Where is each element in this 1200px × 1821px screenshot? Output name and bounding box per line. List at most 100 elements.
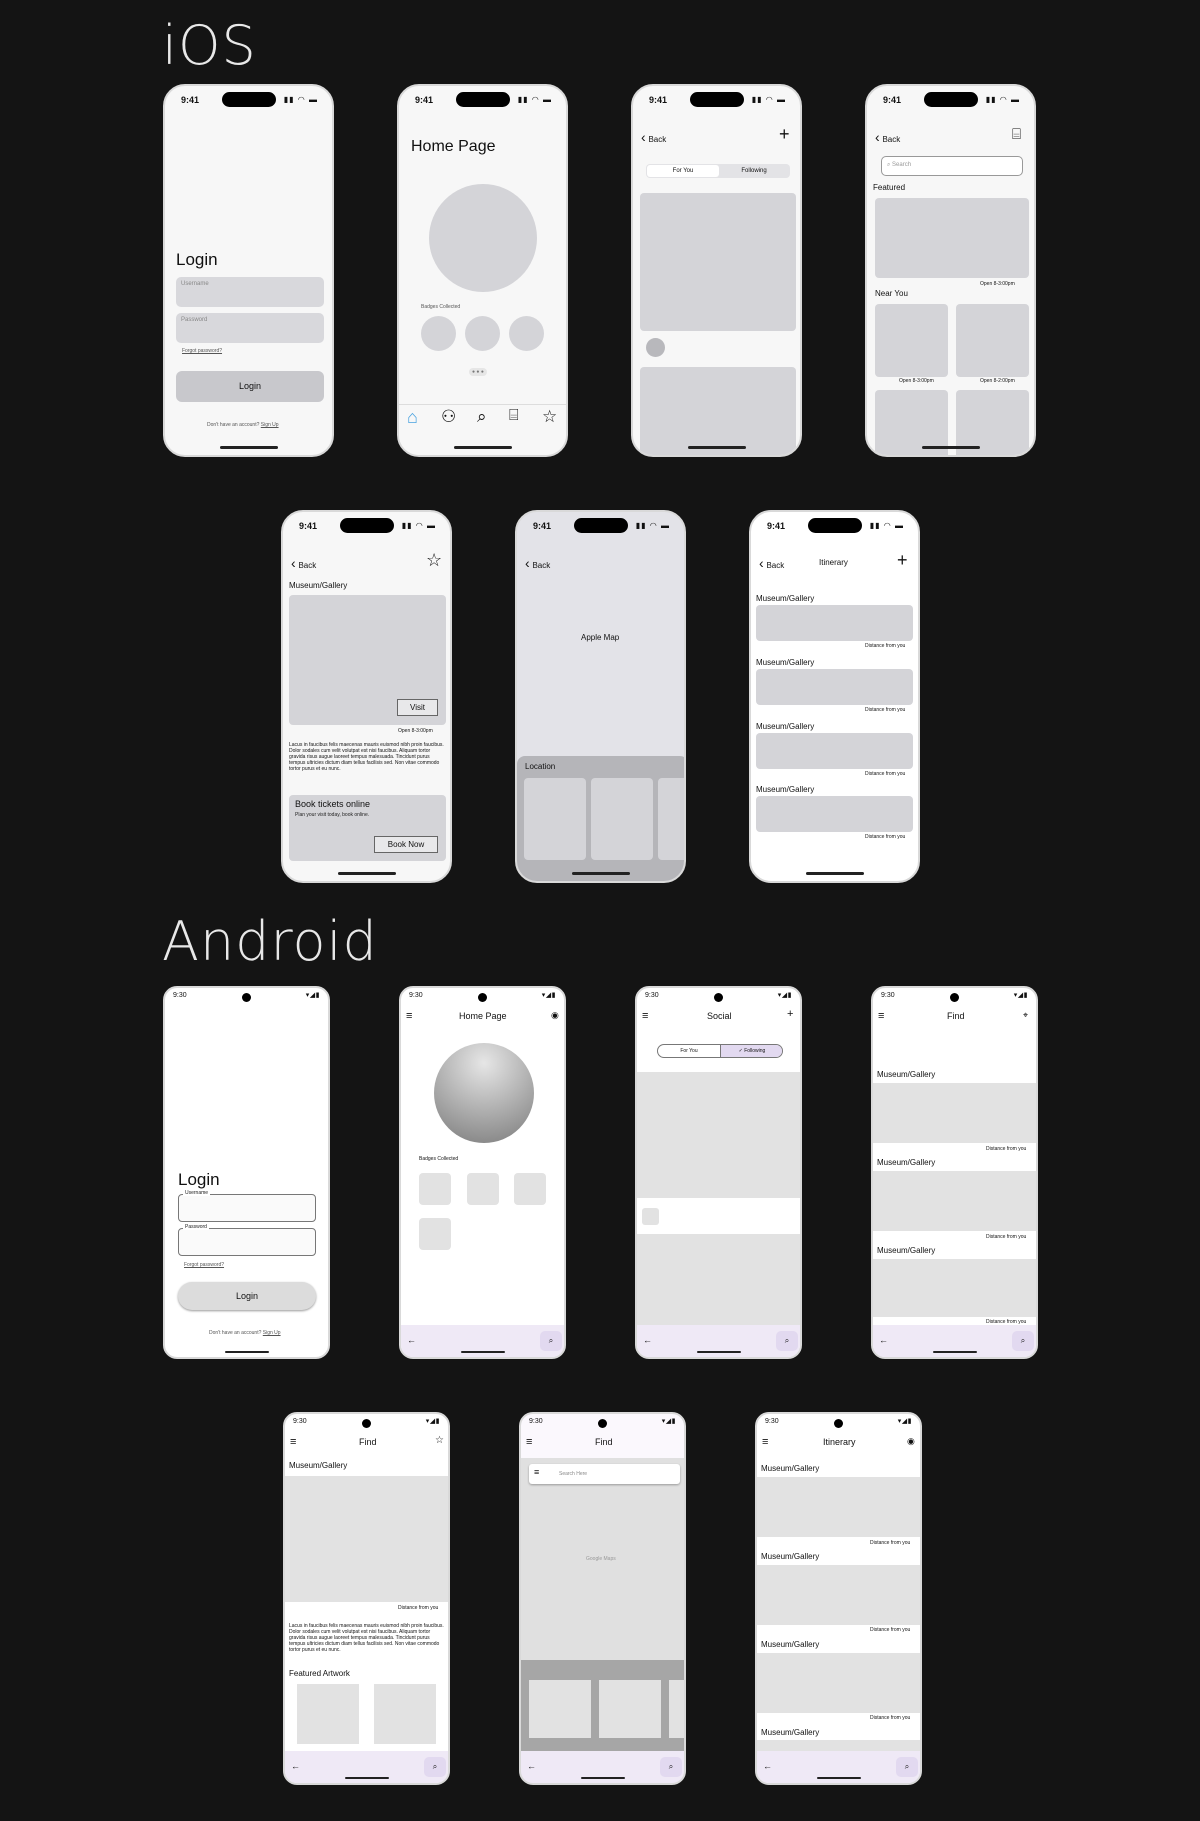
back-button[interactable]: ‹ Back — [291, 555, 316, 571]
artwork-card[interactable] — [297, 1684, 359, 1744]
back-arrow-icon[interactable]: ← — [291, 1761, 300, 1771]
badge[interactable] — [509, 316, 544, 351]
menu-icon[interactable]: ≡ — [762, 1436, 768, 1448]
search-fab[interactable]: ⌕ — [540, 1331, 562, 1351]
location-card[interactable] — [529, 1680, 591, 1738]
signup-link[interactable]: Sign Up — [261, 422, 279, 428]
page-dots[interactable]: ● ● ● — [469, 368, 487, 376]
search-icon[interactable]: ⌕ — [477, 407, 487, 427]
visit-button[interactable]: Visit — [397, 699, 438, 716]
post-image[interactable] — [637, 1234, 800, 1326]
tab-following[interactable]: ✓ Following — [720, 1045, 782, 1057]
login-button[interactable]: Login — [176, 371, 324, 402]
search-fab[interactable]: ⌕ — [896, 1757, 918, 1777]
artwork-card[interactable] — [374, 1684, 436, 1744]
home-indicator — [921, 446, 980, 449]
profile-avatar[interactable] — [434, 1043, 534, 1143]
tab-for-you[interactable]: For You — [647, 165, 719, 177]
back-arrow-icon[interactable]: ← — [407, 1335, 416, 1345]
menu-icon[interactable]: ≡ — [642, 1010, 648, 1022]
forgot-password-link[interactable]: Forgot password? — [182, 348, 222, 354]
location-card[interactable] — [591, 778, 653, 860]
password-field[interactable]: Password — [176, 313, 324, 343]
badge[interactable] — [419, 1218, 451, 1250]
status-icons: ▮▮ ◠ ▬ — [869, 521, 904, 530]
badge[interactable] — [421, 316, 456, 351]
favorite-star-icon[interactable]: ☆ — [435, 1435, 444, 1446]
location-card[interactable] — [658, 778, 684, 860]
search-input[interactable]: ⌕ Search — [881, 156, 1023, 176]
map-icon[interactable]: ⌸ — [1012, 126, 1021, 143]
password-field[interactable]: Password — [178, 1224, 316, 1256]
star-icon[interactable]: ☆ — [542, 407, 557, 427]
menu-icon[interactable]: ≡ — [878, 1010, 884, 1022]
people-icon[interactable]: ⚇ — [441, 407, 456, 427]
back-arrow-icon[interactable]: ← — [879, 1335, 888, 1345]
find-card[interactable] — [873, 1083, 1036, 1143]
find-card[interactable] — [873, 1171, 1036, 1231]
post-image[interactable] — [640, 193, 796, 331]
forgot-password-link[interactable]: Forgot password? — [184, 1262, 224, 1268]
itinerary-card[interactable] — [757, 1653, 920, 1713]
search-fab[interactable]: ⌕ — [660, 1757, 682, 1777]
profile-avatar[interactable] — [429, 184, 537, 292]
back-button[interactable]: ‹ Back — [875, 129, 900, 145]
search-fab[interactable]: ⌕ — [776, 1331, 798, 1351]
back-arrow-icon[interactable]: ← — [527, 1761, 536, 1771]
add-button[interactable]: + — [779, 124, 790, 145]
back-arrow-icon[interactable]: ← — [763, 1761, 772, 1771]
itinerary-card[interactable] — [757, 1565, 920, 1625]
location-card[interactable] — [524, 778, 586, 860]
itinerary-card[interactable] — [756, 733, 913, 769]
itinerary-card[interactable] — [756, 605, 913, 641]
near-card[interactable] — [875, 304, 948, 377]
add-button[interactable]: + — [787, 1008, 793, 1020]
map-icon[interactable]: ⌸ — [509, 407, 519, 425]
add-button[interactable]: + — [897, 550, 908, 571]
signup-link[interactable]: Sign Up — [263, 1330, 281, 1336]
home-icon[interactable]: ⌂ — [407, 407, 418, 428]
location-card[interactable] — [669, 1680, 684, 1738]
post-image[interactable] — [637, 1072, 800, 1198]
badge[interactable] — [419, 1173, 451, 1205]
username-field[interactable]: Username — [178, 1190, 316, 1222]
featured-card[interactable] — [875, 198, 1029, 278]
location-heading: Location — [525, 762, 556, 771]
badge[interactable] — [467, 1173, 499, 1205]
tab-following[interactable]: Following — [719, 165, 789, 177]
badge[interactable] — [514, 1173, 546, 1205]
back-button[interactable]: ‹ Back — [525, 555, 550, 571]
account-icon[interactable]: ◉ — [907, 1436, 915, 1447]
username-field[interactable]: Username — [176, 277, 324, 307]
search-fab[interactable]: ⌕ — [1012, 1331, 1034, 1351]
page-title: Itinerary — [823, 1437, 856, 1447]
menu-icon[interactable]: ≡ — [290, 1436, 296, 1448]
search-fab[interactable]: ⌕ — [424, 1757, 446, 1777]
book-now-button[interactable]: Book Now — [374, 836, 438, 853]
ios-itinerary-screen: 9:41 ▮▮ ◠ ▬ ‹ Back Itinerary + Museum/Ga… — [749, 510, 920, 883]
near-card[interactable] — [956, 304, 1029, 377]
back-arrow-icon[interactable]: ← — [643, 1335, 652, 1345]
post-image[interactable] — [640, 367, 796, 455]
avatar[interactable] — [642, 1208, 659, 1225]
back-button[interactable]: ‹ Back — [759, 555, 784, 571]
booking-card: Book tickets online Plan your visit toda… — [289, 795, 446, 861]
tab-for-you[interactable]: For You — [658, 1045, 720, 1057]
map-search-bar[interactable]: ≡ Search Here — [529, 1464, 680, 1484]
menu-icon[interactable]: ≡ — [526, 1436, 532, 1448]
find-card[interactable] — [873, 1259, 1036, 1317]
account-icon[interactable]: ◉ — [551, 1010, 559, 1021]
pin-icon[interactable]: ⌖ — [1023, 1010, 1028, 1021]
itinerary-card[interactable] — [757, 1477, 920, 1537]
menu-icon[interactable]: ≡ — [406, 1010, 412, 1022]
badge[interactable] — [465, 316, 500, 351]
menu-icon[interactable]: ≡ — [534, 1467, 539, 1477]
itinerary-card[interactable] — [756, 796, 913, 832]
login-button[interactable]: Login — [178, 1282, 316, 1310]
favorite-star-icon[interactable]: ☆ — [426, 550, 442, 571]
bottom-app-bar: ← ⌕ — [637, 1325, 800, 1357]
itinerary-card[interactable] — [756, 669, 913, 705]
location-card[interactable] — [599, 1680, 661, 1738]
avatar[interactable] — [646, 338, 665, 357]
back-button[interactable]: ‹ Back — [641, 129, 666, 145]
